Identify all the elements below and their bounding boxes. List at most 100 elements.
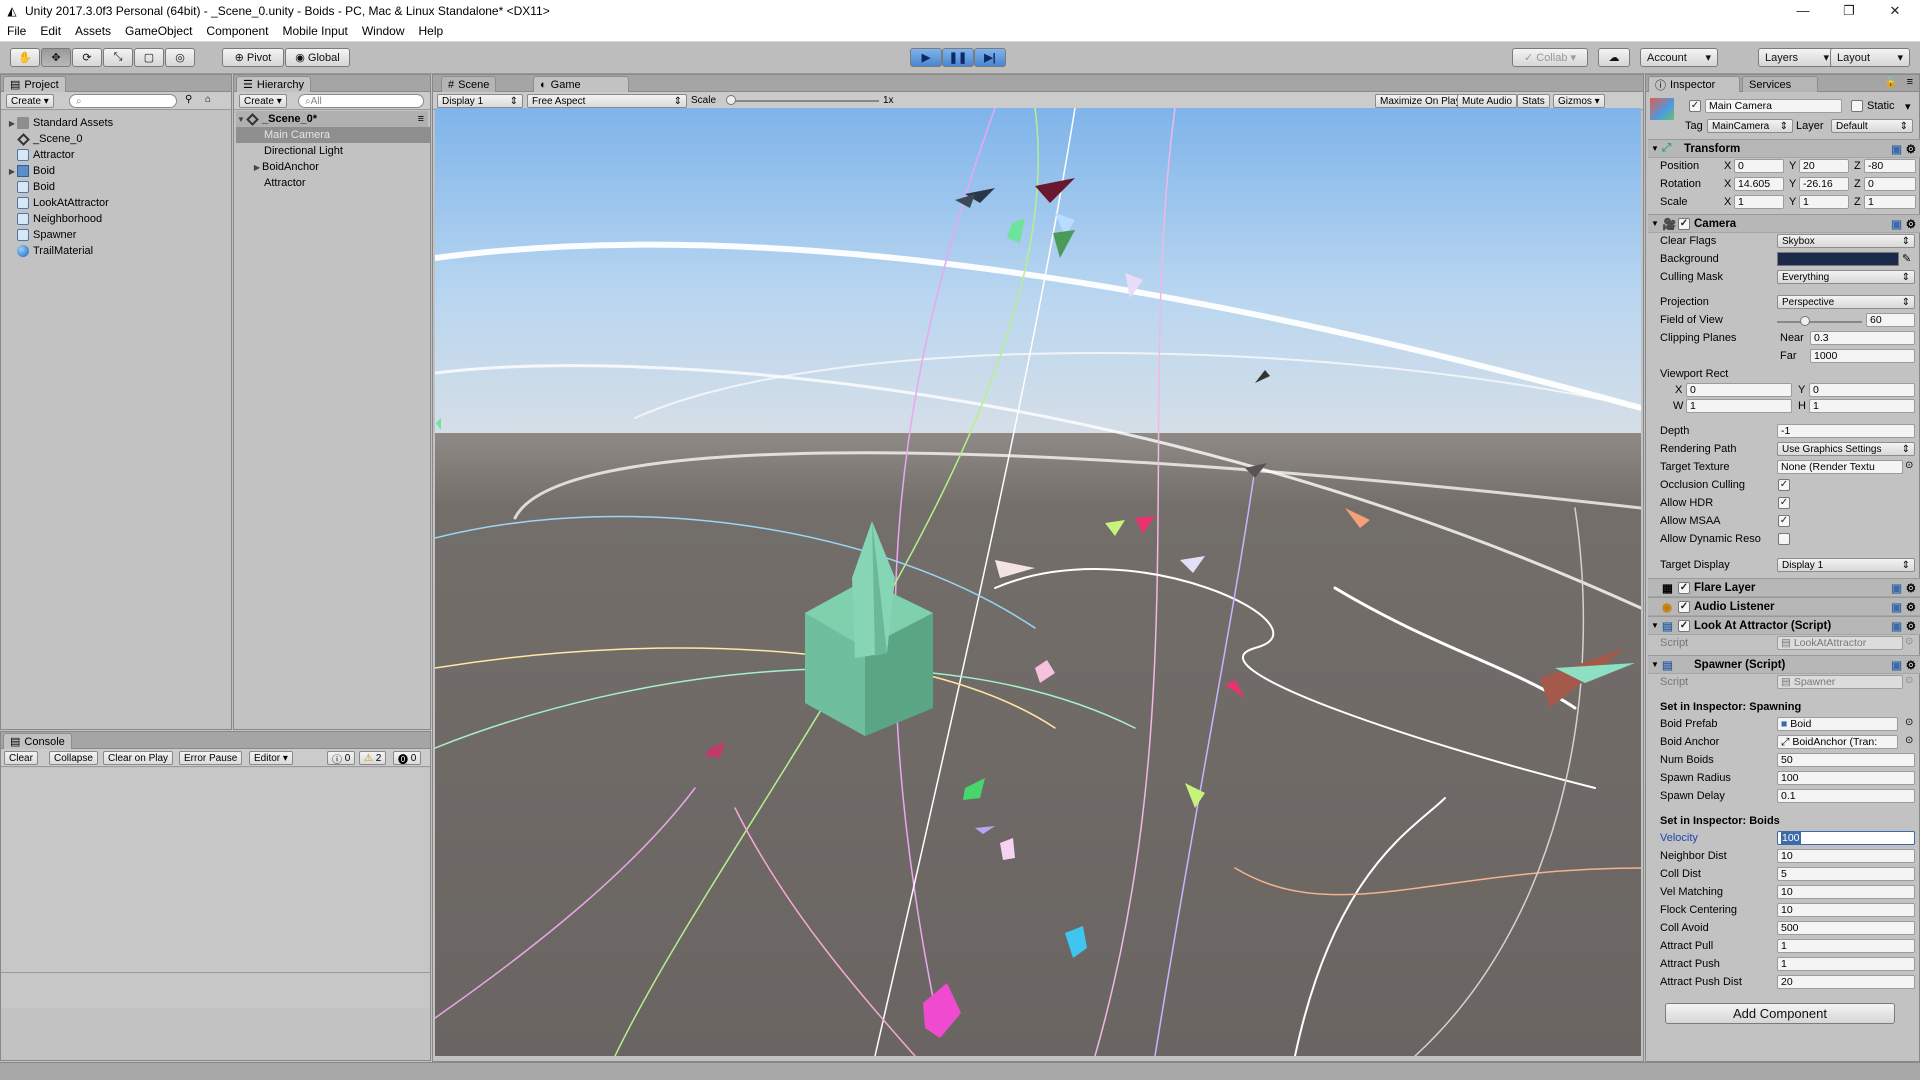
list-item[interactable]: Boid <box>17 179 55 195</box>
spawn-radius-field[interactable]: 100 <box>1777 771 1915 785</box>
tab-scene[interactable]: # Scene <box>441 76 497 92</box>
menu-help[interactable]: Help <box>412 24 451 38</box>
pause-button[interactable]: ❚❚ <box>942 48 974 67</box>
rendering-path-dropdown[interactable]: Use Graphics Settings ⇕ <box>1777 442 1915 456</box>
projection-dropdown[interactable]: Perspective ⇕ <box>1777 295 1915 309</box>
scale-slider-thumb[interactable] <box>726 95 736 105</box>
cloud-button[interactable]: ☁ <box>1598 48 1630 67</box>
eyedropper-icon[interactable]: ✎ <box>1902 252 1911 265</box>
table-row[interactable]: Directional Light <box>236 143 343 159</box>
tag-dropdown[interactable]: MainCamera ⇕ <box>1707 119 1793 133</box>
collapse-arrow-icon[interactable]: ▼ <box>1648 621 1662 630</box>
mute-audio-toggle[interactable]: Mute Audio <box>1457 94 1518 108</box>
console-clear-button[interactable]: Clear <box>4 751 38 765</box>
rotate-tool-button[interactable]: ⟳ <box>72 48 102 67</box>
gear-icon[interactable]: ⚙ <box>1906 581 1916 595</box>
active-checkbox[interactable]: ✓ <box>1689 100 1701 112</box>
project-create-button[interactable]: Create ▾ <box>6 94 54 108</box>
maximize-on-play-toggle[interactable]: Maximize On Play <box>1375 94 1466 108</box>
camera-header[interactable]: ▼ 🎥 ✓ Camera ▣ ⚙ <box>1648 214 1920 233</box>
minimize-button[interactable]: — <box>1780 0 1826 21</box>
panel-menu-icon[interactable]: ≡ <box>1907 76 1913 88</box>
menu-mobile-input[interactable]: Mobile Input <box>275 24 354 38</box>
help-icon[interactable]: ▣ <box>1891 600 1902 614</box>
collapse-arrow-icon[interactable]: ▼ <box>236 115 246 124</box>
list-item[interactable]: ▶ Standard Assets <box>7 115 113 131</box>
background-color-swatch[interactable] <box>1777 252 1899 266</box>
scale-y-field[interactable]: 1 <box>1799 195 1849 209</box>
move-tool-button[interactable]: ✥ <box>41 48 71 67</box>
camera-enabled-checkbox[interactable]: ✓ <box>1678 217 1690 230</box>
object-picker-icon[interactable]: ⊙ <box>1905 735 1913 746</box>
menu-gameobject[interactable]: GameObject <box>118 24 199 38</box>
boid-prefab-field[interactable]: ■ Boid <box>1777 717 1898 731</box>
coll-avoid-field[interactable]: 500 <box>1777 921 1915 935</box>
transform-header[interactable]: ▼ ⤢ Transform ▣ ⚙ <box>1648 139 1920 158</box>
list-item[interactable]: ▶ Boid <box>7 163 55 179</box>
collapse-arrow-icon[interactable]: ▼ <box>1648 219 1662 228</box>
console-info-toggle[interactable]: ⓘ 0 <box>327 751 356 766</box>
stats-toggle[interactable]: Stats <box>1517 94 1550 108</box>
menu-component[interactable]: Component <box>199 24 275 38</box>
close-button[interactable]: ✕ <box>1872 0 1918 21</box>
console-warning-toggle[interactable]: ⚠ 2 <box>359 751 387 765</box>
target-texture-field[interactable]: None (Render Textu <box>1777 460 1903 474</box>
step-button[interactable]: ▶| <box>974 48 1006 67</box>
clear-flags-dropdown[interactable]: Skybox ⇕ <box>1777 234 1915 248</box>
help-icon[interactable]: ▣ <box>1891 619 1902 633</box>
audio-listener-header[interactable]: ◉ ✓ Audio Listener ▣ ⚙ <box>1648 597 1920 616</box>
list-item[interactable]: _Scene_0 <box>17 131 83 147</box>
spawn-delay-field[interactable]: 0.1 <box>1777 789 1915 803</box>
position-y-field[interactable]: 20 <box>1799 159 1849 173</box>
table-row[interactable]: Attractor <box>236 175 306 191</box>
gizmos-dropdown[interactable]: Gizmos ▾ <box>1553 94 1605 108</box>
allow-hdr-checkbox[interactable]: ✓ <box>1778 497 1790 509</box>
help-icon[interactable]: ▣ <box>1891 142 1902 156</box>
position-x-field[interactable]: 0 <box>1734 159 1784 173</box>
hand-tool-button[interactable]: ✋ <box>10 48 40 67</box>
filter-by-type-icon[interactable]: ⚲ <box>185 94 192 105</box>
menu-assets[interactable]: Assets <box>68 24 118 38</box>
attract-pull-field[interactable]: 1 <box>1777 939 1915 953</box>
object-picker-icon[interactable]: ⊙ <box>1905 717 1913 728</box>
depth-field[interactable]: -1 <box>1777 424 1915 438</box>
lookat-enabled-checkbox[interactable]: ✓ <box>1678 619 1690 632</box>
console-editor-dropdown[interactable]: Editor ▾ <box>249 751 293 765</box>
viewport-x-field[interactable]: 0 <box>1686 383 1792 397</box>
scene-root-row[interactable]: ▼ _Scene_0* ≡ <box>236 111 428 127</box>
menu-window[interactable]: Window <box>355 24 412 38</box>
tab-services[interactable]: Services <box>1742 76 1818 92</box>
scale-slider-track[interactable] <box>729 100 879 102</box>
flock-centering-field[interactable]: 10 <box>1777 903 1915 917</box>
collapse-arrow-icon[interactable]: ▼ <box>1648 144 1662 153</box>
tab-project[interactable]: ▤ Project <box>3 76 66 92</box>
boid-anchor-field[interactable]: ⤢ BoidAnchor (Tran: <box>1777 735 1898 749</box>
console-clear-on-play-button[interactable]: Clear on Play <box>103 751 174 765</box>
console-error-pause-button[interactable]: Error Pause <box>179 751 243 765</box>
velocity-field[interactable]: 100 <box>1777 831 1915 845</box>
list-item[interactable]: Attractor <box>17 147 75 163</box>
fov-slider-thumb[interactable] <box>1800 316 1811 326</box>
tab-inspector[interactable]: ⓘ Inspector <box>1648 76 1740 92</box>
attract-push-dist-field[interactable]: 20 <box>1777 975 1915 989</box>
far-field[interactable]: 1000 <box>1810 349 1915 363</box>
attract-push-field[interactable]: 1 <box>1777 957 1915 971</box>
viewport-h-field[interactable]: 1 <box>1809 399 1915 413</box>
tab-hierarchy[interactable]: ☰ Hierarchy <box>236 76 311 92</box>
list-item[interactable]: LookAtAttractor <box>17 195 109 211</box>
project-search-input[interactable]: ⌕ <box>69 94 177 108</box>
fov-field[interactable]: 60 <box>1866 313 1915 327</box>
object-picker-icon[interactable]: ⊙ <box>1905 460 1913 471</box>
table-row[interactable]: Main Camera <box>236 127 430 143</box>
dropdown-arrow-icon[interactable]: ▾ <box>1905 100 1911 113</box>
list-item[interactable]: TrailMaterial <box>17 243 93 259</box>
transform-tool-button[interactable]: ◎ <box>165 48 195 67</box>
layer-dropdown[interactable]: Default ⇕ <box>1831 119 1913 133</box>
viewport-w-field[interactable]: 1 <box>1686 399 1792 413</box>
scene-menu-icon[interactable]: ≡ <box>418 113 428 125</box>
lock-icon[interactable]: 🔒 <box>1885 77 1897 88</box>
list-item[interactable]: Spawner <box>17 227 76 243</box>
expand-arrow-icon[interactable]: ▶ <box>252 163 262 172</box>
rotation-z-field[interactable]: 0 <box>1864 177 1916 191</box>
add-component-button[interactable]: Add Component <box>1665 1003 1895 1024</box>
